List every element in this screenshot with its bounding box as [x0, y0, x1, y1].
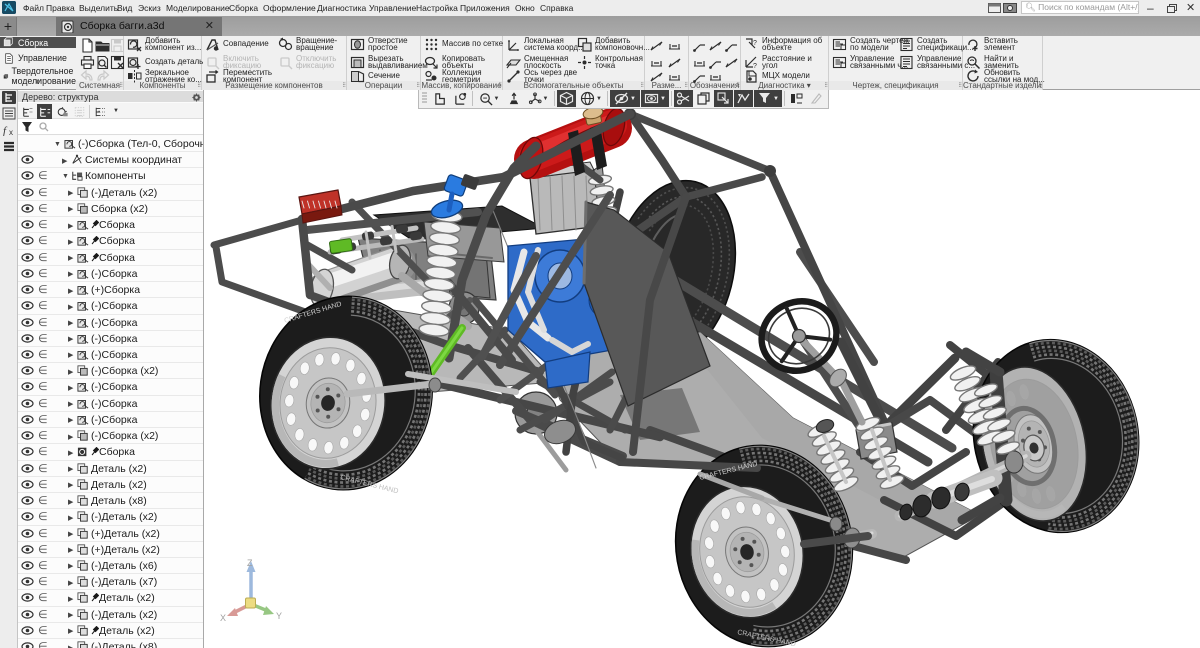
svg-text:?: ? — [753, 40, 757, 47]
svg-text:f: f — [3, 125, 8, 136]
svg-text:Y: Y — [276, 611, 282, 621]
svg-text:x: x — [9, 128, 13, 136]
svg-text:X: X — [220, 613, 226, 623]
svg-text:Z: Z — [247, 558, 253, 568]
